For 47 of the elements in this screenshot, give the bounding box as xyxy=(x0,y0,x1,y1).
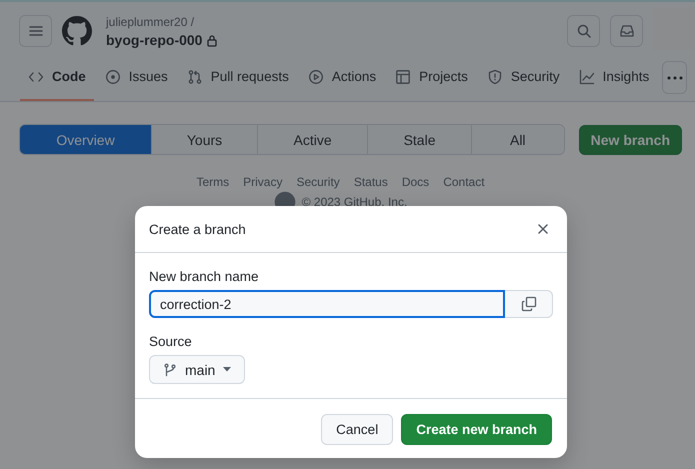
branch-icon xyxy=(163,362,177,376)
inbox-icon xyxy=(618,23,634,39)
nav-tab[interactable]: Insights xyxy=(570,54,658,101)
filter-tab[interactable]: Active xyxy=(256,125,368,154)
more-button[interactable] xyxy=(662,61,687,94)
nav-tab[interactable]: Security xyxy=(478,54,568,101)
footer-link[interactable]: Terms xyxy=(196,175,230,189)
create-branch-button[interactable]: Create new branch xyxy=(401,414,552,445)
more-icon xyxy=(666,76,683,80)
close-icon xyxy=(538,224,548,234)
field-label: New branch name xyxy=(149,269,259,284)
nav-tab[interactable]: Issues xyxy=(96,54,176,101)
source-branch-dropdown[interactable]: main xyxy=(149,355,246,384)
footer-link[interactable]: Privacy xyxy=(243,175,282,189)
owner-link[interactable]: julieplummer20 / xyxy=(106,13,218,31)
pull-request-icon xyxy=(186,68,203,84)
graph-icon xyxy=(578,68,595,84)
circle-dot-icon xyxy=(104,68,121,84)
copyright-text: © 2023 GitHub, Inc. xyxy=(302,195,408,209)
nav-tab[interactable]: Projects xyxy=(387,54,476,101)
field-label: Source xyxy=(149,334,192,349)
table-icon xyxy=(395,68,412,84)
search-button[interactable] xyxy=(567,15,600,47)
footer-link[interactable]: Docs xyxy=(402,175,430,189)
play-icon xyxy=(308,68,324,84)
filter-tab[interactable]: Overview xyxy=(20,125,152,154)
nav-tab[interactable]: Code xyxy=(20,54,94,101)
cancel-button[interactable]: Cancel xyxy=(321,414,394,445)
branch-name-field[interactable]: correction-2 xyxy=(149,290,505,318)
filter-tab[interactable]: Stale xyxy=(367,125,471,154)
footer-link[interactable]: Status xyxy=(354,175,388,189)
filter-tab[interactable]: All xyxy=(470,125,564,154)
inbox-button[interactable] xyxy=(610,15,643,47)
nav-tab[interactable]: Actions xyxy=(300,54,384,101)
footer-link[interactable]: Contact xyxy=(443,175,485,189)
dialog-title: Create a branch xyxy=(149,222,246,236)
menu-button[interactable] xyxy=(19,15,52,47)
new-branch-button[interactable]: New branch xyxy=(578,124,682,154)
footer-link[interactable]: Security xyxy=(296,175,340,189)
copy-button[interactable] xyxy=(505,290,553,318)
shield-icon xyxy=(486,68,503,84)
filter-tab[interactable]: Yours xyxy=(151,125,257,154)
repo-link[interactable]: byog-repo-000 xyxy=(106,31,202,49)
copy-icon xyxy=(520,296,536,312)
search-icon xyxy=(576,23,592,39)
caret-icon xyxy=(223,367,232,372)
nav-tab[interactable]: Pull requests xyxy=(178,54,297,101)
